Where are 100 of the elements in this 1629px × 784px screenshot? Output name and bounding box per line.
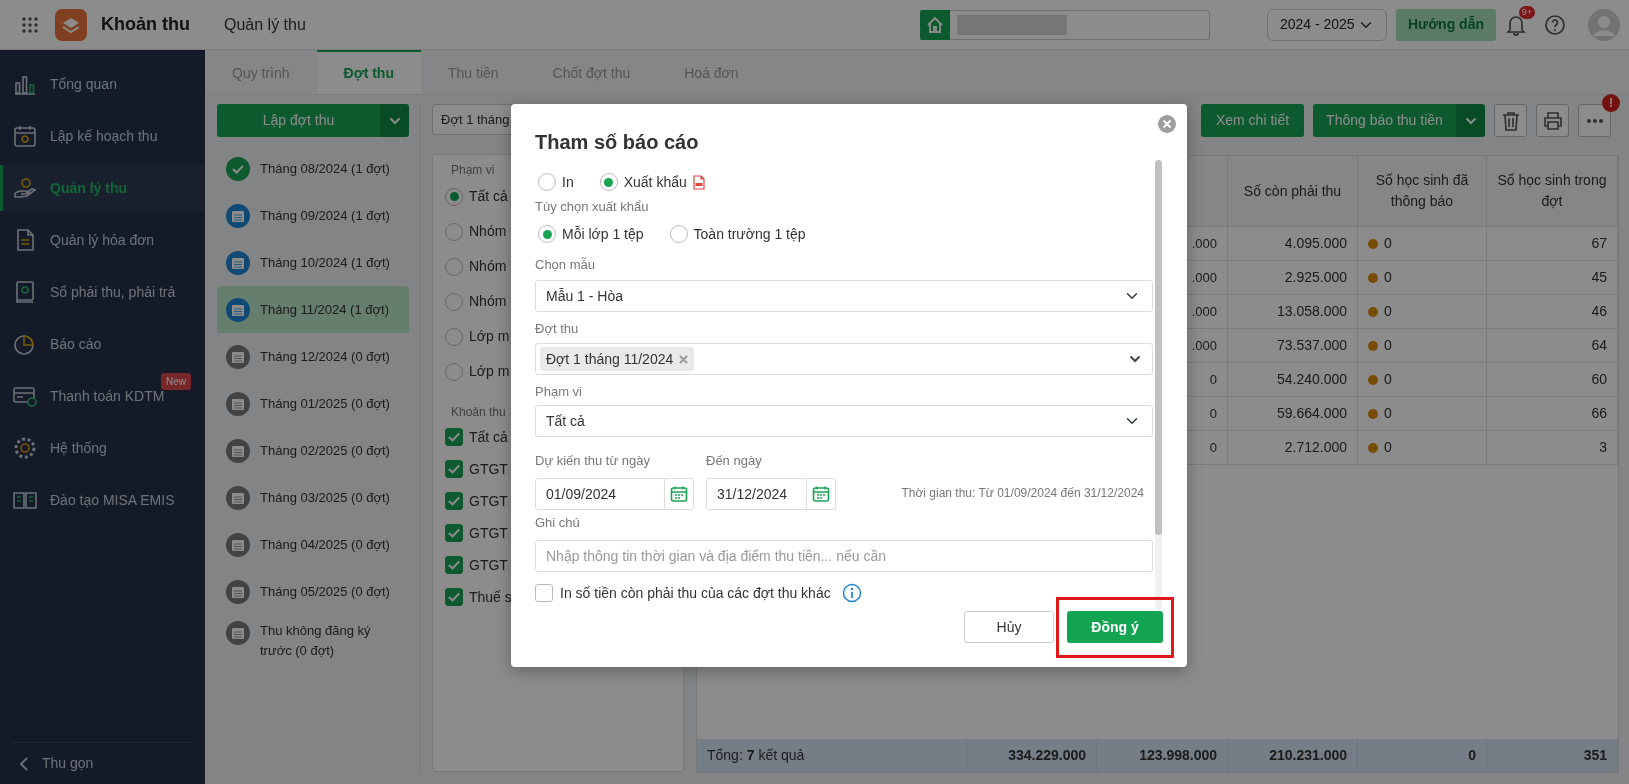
calendar-button[interactable] <box>665 478 694 510</box>
checkbox[interactable] <box>445 492 463 510</box>
avatar-icon[interactable] <box>1588 8 1620 41</box>
table-cell-text: 0 <box>1384 336 1392 355</box>
tab[interactable]: Đợt thu <box>316 50 421 94</box>
option-label[interactable]: Toàn trường 1 tệp <box>693 223 806 245</box>
batch-item[interactable]: Tháng 03/2025 (0 đợt) <box>217 474 409 521</box>
checkbox[interactable] <box>445 524 463 542</box>
radio-button[interactable] <box>445 327 463 346</box>
sidebar-item[interactable]: Báo cáo <box>0 321 205 367</box>
sidebar-item[interactable]: Lập kế hoạch thu <box>0 113 205 159</box>
create-batch-button[interactable]: Lập đợt thu <box>217 104 380 137</box>
option-label[interactable]: GTGT <box>469 522 508 544</box>
radio-button[interactable] <box>445 187 463 206</box>
total-cell: 210.231.000 <box>1228 739 1358 772</box>
radio-button[interactable] <box>669 225 688 243</box>
sidebar-item[interactable]: Quản lý hóa đơn <box>0 217 205 263</box>
close-icon[interactable] <box>1158 115 1176 133</box>
print-button[interactable] <box>1536 104 1569 137</box>
selected-tag[interactable]: Đợt 1 tháng 11/2024 <box>540 347 695 371</box>
sidebar-item[interactable]: Đào tạo MISA EMIS <box>0 477 205 523</box>
table-cell-text: 0 <box>1384 234 1392 253</box>
option-label[interactable]: Tất cả <box>469 186 508 207</box>
sidebar-item[interactable]: Thanh toán KDTM New <box>0 373 205 419</box>
option-label[interactable]: Tất cả <box>469 426 508 448</box>
more-button[interactable] <box>1578 104 1611 137</box>
dropdown-button[interactable] <box>1456 104 1485 137</box>
cancel-button[interactable]: Hủy <box>964 611 1054 643</box>
option-label[interactable]: In <box>562 171 574 193</box>
batch-item[interactable]: Tháng 01/2025 (0 đợt) <box>217 380 409 427</box>
batch-item[interactable]: Tháng 05/2025 (0 đợt) <box>217 568 409 615</box>
delete-button[interactable] <box>1494 104 1527 137</box>
option-label[interactable]: GTGT <box>469 490 508 512</box>
dropdown-field[interactable]: Mẫu 1 - Hòa <box>535 280 1153 312</box>
guide-button[interactable]: Hướng dẫn <box>1395 8 1496 41</box>
option-label[interactable]: Lớp m <box>469 361 510 382</box>
option-label[interactable]: Lớp m <box>469 326 510 347</box>
batch-item[interactable]: Tháng 10/2024 (1 đợt) <box>217 239 409 286</box>
option-label[interactable]: Xuất khẩu <box>623 171 687 193</box>
batch-item[interactable]: Thu không đăng ký trước (0 đợt) <box>217 615 409 671</box>
table-cell-text: 0 <box>1384 438 1392 457</box>
date-field[interactable]: 01/09/2024 <box>535 478 665 510</box>
notify-button[interactable]: Thông báo thu tiền <box>1313 104 1456 137</box>
option-label[interactable]: Mỗi lớp 1 tệp <box>562 223 644 245</box>
info-icon[interactable] <box>841 583 862 603</box>
sidebar-item[interactable]: Hệ thống <box>0 425 205 471</box>
confirm-button[interactable]: Đồng ý <box>1067 611 1163 643</box>
status-dot <box>1368 408 1378 419</box>
radio-button[interactable] <box>599 173 618 191</box>
checkbox[interactable] <box>445 428 463 446</box>
option-label[interactable]: GTGT <box>469 554 508 576</box>
apps-menu-icon[interactable] <box>21 15 39 34</box>
table-cell: 73.537.000 <box>1228 329 1358 363</box>
checkbox[interactable] <box>445 556 463 574</box>
radio-button[interactable] <box>538 173 556 191</box>
checkbox[interactable] <box>445 588 463 606</box>
radio-button[interactable] <box>445 222 463 241</box>
option-label[interactable]: Nhóm <box>469 221 507 242</box>
scroll-thumb[interactable] <box>1155 160 1162 535</box>
checkbox[interactable] <box>535 584 553 602</box>
year-select[interactable]: 2024 - 2025 <box>1266 8 1387 41</box>
batch-item[interactable]: Tháng 11/2024 (1 đợt) <box>217 286 409 333</box>
radio-button[interactable] <box>445 257 463 276</box>
table-cell: 66 <box>1487 397 1618 431</box>
calendar-icon <box>226 297 250 322</box>
printer-icon <box>1542 110 1563 131</box>
radio-button[interactable] <box>445 292 463 311</box>
sidebar-item[interactable]: Tổng quan <box>0 61 205 107</box>
table-cell-text: 0 <box>1384 370 1392 389</box>
batch-item[interactable]: Tháng 02/2025 (0 đợt) <box>217 427 409 474</box>
view-detail-button[interactable]: Xem chi tiết <box>1201 104 1304 137</box>
home-button[interactable] <box>919 9 950 40</box>
bell-icon[interactable] <box>1506 13 1526 36</box>
dropdown-field[interactable]: Tất cả <box>535 405 1153 437</box>
remove-icon[interactable] <box>679 354 689 364</box>
checkbox[interactable] <box>445 460 463 478</box>
search-field[interactable] <box>949 9 1210 40</box>
batch-item[interactable]: Tháng 04/2025 (0 đợt) <box>217 521 409 568</box>
radio-button[interactable] <box>445 362 463 381</box>
table-cell: 46 <box>1487 295 1618 329</box>
option-label[interactable]: Nhóm <box>469 291 507 312</box>
calendar-button[interactable] <box>807 478 836 510</box>
help-icon[interactable] <box>1544 13 1566 36</box>
table-cell: 67 <box>1487 227 1618 261</box>
sidebar-item[interactable]: Sổ phải thu, phải trả <box>0 269 205 315</box>
option-label[interactable]: Thuế s <box>469 586 512 608</box>
scrollbar[interactable] <box>1155 160 1162 610</box>
batch-item[interactable]: Tháng 12/2024 (0 đợt) <box>217 333 409 380</box>
note-field[interactable]: Nhập thông tin thời gian và địa điểm thu tiền... nếu cần <box>535 540 1153 572</box>
option-label[interactable]: In số tiền còn phải thu của các đợt thu khác <box>560 582 831 604</box>
option-label[interactable]: GTGT <box>469 458 508 480</box>
batch-item[interactable]: Tháng 09/2024 (1 đợt) <box>217 192 409 239</box>
radio-button[interactable] <box>538 225 556 243</box>
tag-select-field[interactable]: Đợt 1 tháng 11/2024 <box>535 343 1153 375</box>
collapse-button[interactable]: Thu gọn <box>12 742 193 784</box>
option-label[interactable]: Nhóm <box>469 256 507 277</box>
dropdown-button[interactable] <box>380 104 409 137</box>
date-field[interactable]: 31/12/2024 <box>706 478 807 510</box>
table-cell: 64 <box>1487 329 1618 363</box>
batch-item[interactable]: Tháng 08/2024 (1 đợt) <box>217 145 409 192</box>
